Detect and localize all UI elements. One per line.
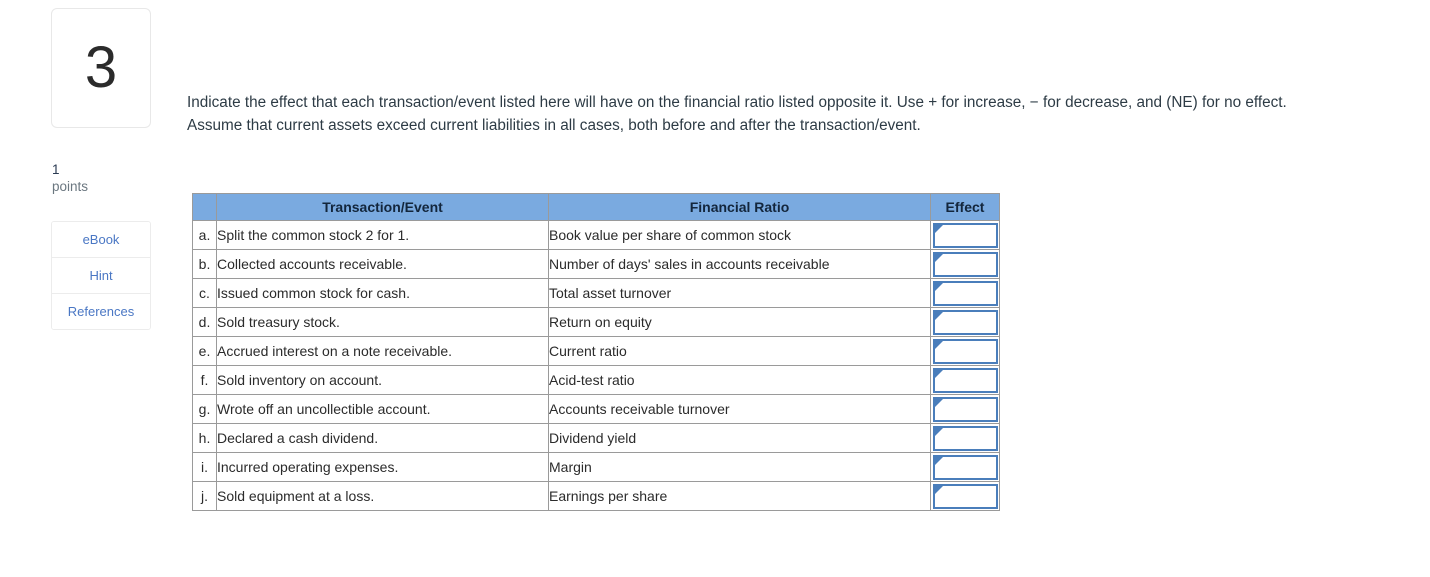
effect-dropdown-i[interactable] xyxy=(932,454,998,480)
row-transaction: Declared a cash dividend. xyxy=(216,423,549,453)
column-header-transaction: Transaction/Event xyxy=(216,193,549,221)
row-transaction: Split the common stock 2 for 1. xyxy=(216,220,549,250)
dropdown-corner-icon xyxy=(934,253,943,262)
resource-button-group: eBook Hint References xyxy=(51,221,151,330)
row-effect-cell xyxy=(930,278,1000,308)
row-financial-ratio: Return on equity xyxy=(548,307,931,337)
table-row: j. Sold equipment at a loss. Earnings per … xyxy=(192,481,1000,511)
effect-table-container: Transaction/Event Financial Ratio Effect… xyxy=(192,193,1000,511)
table-row: b. Collected accounts receivable. Number o… xyxy=(192,249,1000,279)
question-number-card: 3 xyxy=(51,8,151,128)
points-block: 1 points xyxy=(51,161,153,196)
ebook-button[interactable]: eBook xyxy=(52,222,150,258)
row-letter: h. xyxy=(192,423,217,453)
row-effect-cell xyxy=(930,249,1000,279)
row-transaction: Incurred operating expenses. xyxy=(216,452,549,482)
effect-dropdown-d[interactable] xyxy=(932,309,998,335)
table-row: a. Split the common stock 2 for 1. Book va… xyxy=(192,220,1000,250)
dropdown-corner-icon xyxy=(934,456,943,465)
column-header-letter xyxy=(192,193,217,221)
table-row: h. Declared a cash dividend. Dividend yiel… xyxy=(192,423,1000,453)
effect-dropdown-e[interactable] xyxy=(932,338,998,364)
row-letter: i. xyxy=(192,452,217,482)
dropdown-corner-icon xyxy=(934,311,943,320)
row-financial-ratio: Number of days' sales in accounts receiv… xyxy=(548,249,931,279)
table-head: Transaction/Event Financial Ratio Effect xyxy=(192,193,1000,221)
row-letter: f. xyxy=(192,365,217,395)
row-transaction: Wrote off an uncollectible account. xyxy=(216,394,549,424)
column-header-effect: Effect xyxy=(930,193,1000,221)
row-transaction: Sold treasury stock. xyxy=(216,307,549,337)
effect-dropdown-f[interactable] xyxy=(932,367,998,393)
table-row: d. Sold treasury stock. Return on equity xyxy=(192,307,1000,337)
row-effect-cell xyxy=(930,365,1000,395)
question-number: 3 xyxy=(84,35,118,100)
row-letter: g. xyxy=(192,394,217,424)
dropdown-corner-icon xyxy=(934,340,943,349)
row-financial-ratio: Acid-test ratio xyxy=(548,365,931,395)
row-letter: a. xyxy=(192,220,217,250)
table-body: a. Split the common stock 2 for 1. Book va… xyxy=(192,220,1000,511)
row-effect-cell xyxy=(930,423,1000,453)
points-value: 1 xyxy=(52,162,60,177)
table-row: e. Accrued interest on a note receivable.… xyxy=(192,336,1000,366)
row-financial-ratio: Accounts receivable turnover xyxy=(548,394,931,424)
references-button[interactable]: References xyxy=(52,294,150,329)
table-row: g. Wrote off an uncollectible account. Acc… xyxy=(192,394,1000,424)
effect-dropdown-j[interactable] xyxy=(932,483,998,509)
row-transaction: Collected accounts receivable. xyxy=(216,249,549,279)
effect-dropdown-c[interactable] xyxy=(932,280,998,306)
row-effect-cell xyxy=(930,452,1000,482)
dropdown-corner-icon xyxy=(934,224,943,233)
row-letter: j. xyxy=(192,481,217,511)
row-effect-cell xyxy=(930,307,1000,337)
row-financial-ratio: Dividend yield xyxy=(548,423,931,453)
points-label: points xyxy=(52,179,89,194)
dropdown-corner-icon xyxy=(934,485,943,494)
row-letter: d. xyxy=(192,307,217,337)
row-letter: b. xyxy=(192,249,217,279)
row-letter: e. xyxy=(192,336,217,366)
row-letter: c. xyxy=(192,278,217,308)
question-prompt: Indicate the effect that each transactio… xyxy=(187,94,1287,134)
row-financial-ratio: Book value per share of common stock xyxy=(548,220,931,250)
hint-button[interactable]: Hint xyxy=(52,258,150,294)
row-effect-cell xyxy=(930,220,1000,250)
row-financial-ratio: Margin xyxy=(548,452,931,482)
effect-dropdown-b[interactable] xyxy=(932,251,998,277)
row-transaction: Issued common stock for cash. xyxy=(216,278,549,308)
column-header-ratio: Financial Ratio xyxy=(548,193,931,221)
row-financial-ratio: Total asset turnover xyxy=(548,278,931,308)
row-effect-cell xyxy=(930,394,1000,424)
row-financial-ratio: Earnings per share xyxy=(548,481,931,511)
dropdown-corner-icon xyxy=(934,398,943,407)
effect-table: Transaction/Event Financial Ratio Effect… xyxy=(192,193,1000,511)
effect-dropdown-a[interactable] xyxy=(932,222,998,248)
row-effect-cell xyxy=(930,481,1000,511)
question-left-rail: 3 1 points eBook Hint References xyxy=(51,8,153,330)
effect-dropdown-g[interactable] xyxy=(932,396,998,422)
table-row: f. Sold inventory on account. Acid-test ra… xyxy=(192,365,1000,395)
table-header-row: Transaction/Event Financial Ratio Effect xyxy=(192,193,1000,221)
row-transaction: Sold equipment at a loss. xyxy=(216,481,549,511)
dropdown-corner-icon xyxy=(934,427,943,436)
row-transaction: Accrued interest on a note receivable. xyxy=(216,336,549,366)
effect-dropdown-h[interactable] xyxy=(932,425,998,451)
table-row: c. Issued common stock for cash. Total ass… xyxy=(192,278,1000,308)
row-transaction: Sold inventory on account. xyxy=(216,365,549,395)
row-effect-cell xyxy=(930,336,1000,366)
dropdown-corner-icon xyxy=(934,369,943,378)
row-financial-ratio: Current ratio xyxy=(548,336,931,366)
table-row: i. Incurred operating expenses. Margin xyxy=(192,452,1000,482)
dropdown-corner-icon xyxy=(934,282,943,291)
